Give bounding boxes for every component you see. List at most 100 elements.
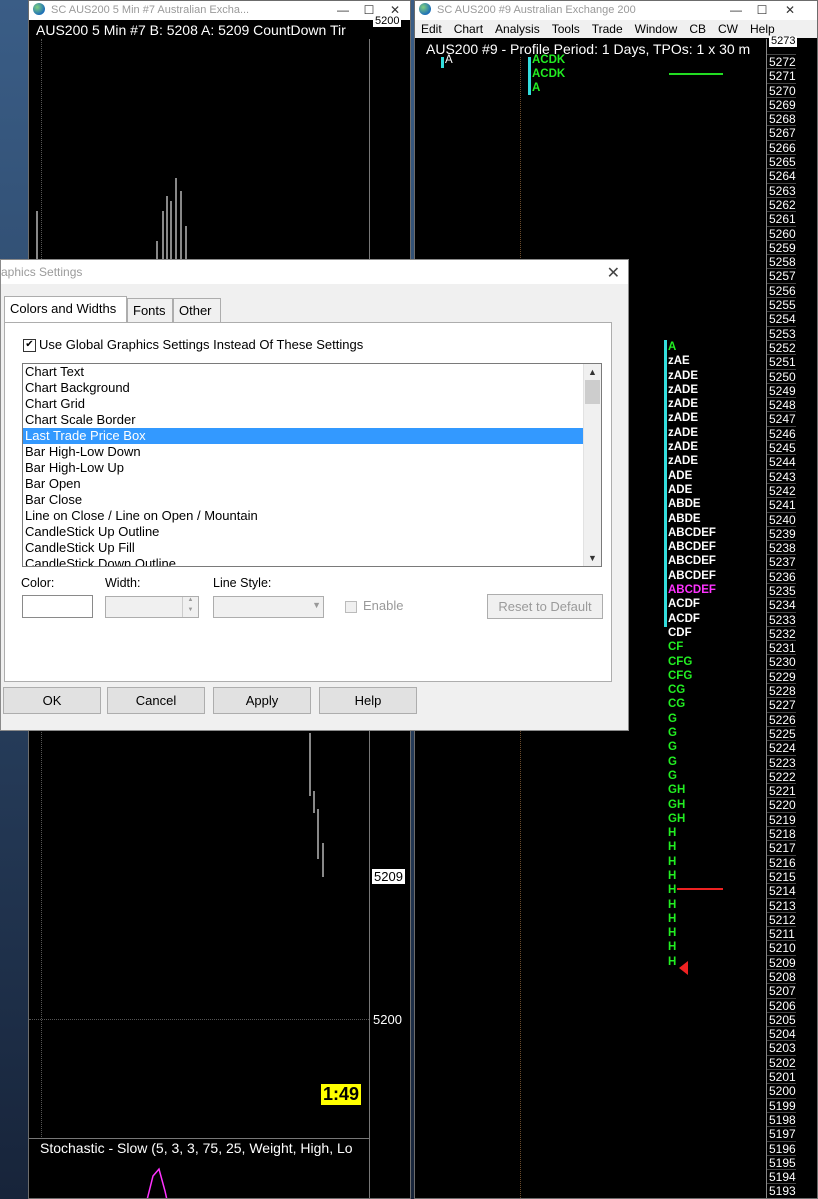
list-item[interactable]: Chart Grid bbox=[23, 396, 601, 412]
menu-item-window[interactable]: Window bbox=[635, 22, 678, 36]
line-style-select[interactable]: ▼ bbox=[213, 596, 324, 618]
list-item[interactable]: Chart Background bbox=[23, 380, 601, 396]
right-window-titlebar[interactable]: SC AUS200 #9 Australian Exchange 200 — ☐… bbox=[415, 1, 817, 20]
scale-label: 5220 bbox=[767, 797, 796, 813]
tab-colors-and-widths[interactable]: Colors and Widths bbox=[4, 296, 127, 323]
list-item[interactable]: Bar Close bbox=[23, 492, 601, 508]
scale-label: 5259 bbox=[767, 239, 796, 255]
tpo-row: A bbox=[668, 341, 677, 353]
scale-label: 5242 bbox=[767, 482, 796, 498]
tab-other[interactable]: Other bbox=[173, 298, 221, 322]
tpo-profile: AzAE zADE zADE zADE zADE zADE zADE zADE ADE ADE AB… bbox=[668, 340, 716, 969]
listbox-scrollbar[interactable]: ▲ ▼ bbox=[583, 364, 601, 566]
scale-label: 5243 bbox=[767, 468, 796, 484]
tpo-row: zADE bbox=[668, 383, 699, 396]
list-item[interactable]: CandleStick Up Outline bbox=[23, 524, 601, 540]
menu-item-cw[interactable]: CW bbox=[718, 22, 738, 36]
scale-label: 5271 bbox=[767, 68, 796, 84]
reset-to-default-button[interactable]: Reset to Default bbox=[487, 594, 603, 619]
tpo-row: ABCDEF bbox=[668, 555, 716, 568]
tpo-row: CFG bbox=[668, 669, 693, 682]
scale-label: 5218 bbox=[767, 826, 796, 842]
tpo-row: GH bbox=[668, 784, 686, 797]
scale-label: 5264 bbox=[767, 168, 796, 184]
scale-label: 5203 bbox=[767, 1040, 796, 1056]
countdown-box: 1:49 bbox=[321, 1084, 362, 1105]
spin-down-icon[interactable]: ▼ bbox=[182, 607, 198, 617]
tpo-row: G bbox=[668, 769, 677, 782]
menu-item-help[interactable]: Help bbox=[750, 22, 775, 36]
tpo-row: ACDF bbox=[668, 612, 700, 625]
tpo-row: H bbox=[668, 827, 677, 840]
tab-fonts[interactable]: Fonts bbox=[127, 298, 173, 322]
scale-label: 5247 bbox=[767, 411, 796, 427]
list-item[interactable]: CandleStick Down Outline bbox=[23, 556, 601, 566]
menu-item-trade[interactable]: Trade bbox=[592, 22, 623, 36]
spin-up-icon[interactable]: ▲ bbox=[182, 597, 198, 607]
dialog-titlebar[interactable]: aphics Settings ✕ bbox=[1, 260, 628, 284]
width-label: Width: bbox=[105, 576, 141, 590]
color-swatch[interactable] bbox=[22, 595, 93, 618]
scale-label: 5209 bbox=[767, 954, 796, 970]
tpo-row: GH bbox=[668, 798, 686, 811]
scale-label: 5214 bbox=[767, 883, 796, 899]
scroll-thumb[interactable] bbox=[585, 380, 600, 404]
list-item[interactable]: CandleStick Up Fill bbox=[23, 540, 601, 556]
width-spinner[interactable]: ▲ ▼ bbox=[105, 596, 199, 618]
tpo-row: ABDE bbox=[668, 512, 701, 525]
menu-item-chart[interactable]: Chart bbox=[454, 22, 483, 36]
list-item[interactable]: Chart Scale Border bbox=[23, 412, 601, 428]
scroll-up-icon[interactable]: ▲ bbox=[584, 364, 601, 380]
scale-label: 5224 bbox=[767, 740, 796, 756]
list-item[interactable]: Bar High-Low Down bbox=[23, 444, 601, 460]
scale-label: 5272 bbox=[767, 54, 796, 69]
tpo-small-letter: A bbox=[445, 54, 453, 66]
scroll-down-icon[interactable]: ▼ bbox=[584, 550, 601, 566]
scale-label: 5241 bbox=[767, 497, 796, 513]
menu-item-edit[interactable]: Edit bbox=[421, 22, 442, 36]
scale-label: 5266 bbox=[767, 139, 796, 155]
scale-label: 5205 bbox=[767, 1011, 796, 1027]
stochastic-line bbox=[146, 1167, 168, 1198]
scale-label: 5206 bbox=[767, 997, 796, 1013]
list-item[interactable]: Last Trade Price Box bbox=[23, 428, 585, 444]
scale-label: 5239 bbox=[767, 525, 796, 541]
menu-item-cb[interactable]: CB bbox=[689, 22, 706, 36]
scale-label: 5265 bbox=[767, 154, 796, 170]
scale-label: 5208 bbox=[767, 969, 796, 984]
close-icon[interactable]: ✕ bbox=[777, 1, 803, 20]
scale-label: 5215 bbox=[767, 868, 796, 884]
enable-checkbox[interactable] bbox=[345, 601, 357, 613]
tpo-row: zADE bbox=[668, 412, 699, 425]
ok-button[interactable]: OK bbox=[3, 687, 101, 714]
list-item[interactable]: Chart Text bbox=[23, 364, 601, 380]
scale-label: 5216 bbox=[767, 854, 796, 870]
scale-label: 5207 bbox=[767, 983, 796, 999]
menu-item-analysis[interactable]: Analysis bbox=[495, 22, 540, 36]
dialog-close-icon[interactable]: ✕ bbox=[607, 262, 620, 286]
minimize-icon[interactable]: — bbox=[723, 1, 749, 20]
tab-label: Colors and Widths bbox=[10, 301, 117, 316]
menu-item-tools[interactable]: Tools bbox=[552, 22, 580, 36]
maximize-icon[interactable]: ☐ bbox=[749, 1, 775, 20]
list-item[interactable]: Bar High-Low Up bbox=[23, 460, 601, 476]
list-item[interactable]: Line on Close / Line on Open / Mountain bbox=[23, 508, 601, 524]
scale-label: 5210 bbox=[767, 940, 796, 956]
list-item[interactable]: Bar Open bbox=[23, 476, 601, 492]
scale-label: 5235 bbox=[767, 582, 796, 598]
apply-button[interactable]: Apply bbox=[213, 687, 311, 714]
last-price-arrow-icon bbox=[679, 961, 688, 975]
scale-label: 5253 bbox=[767, 325, 796, 341]
cancel-button[interactable]: Cancel bbox=[107, 687, 205, 714]
scale-label: 5211 bbox=[767, 926, 796, 942]
tpo-row: ABDE bbox=[668, 498, 701, 511]
scale-label: 5193 bbox=[767, 1183, 796, 1199]
help-button[interactable]: Help bbox=[319, 687, 417, 714]
use-global-checkbox[interactable]: ✔ bbox=[23, 339, 36, 352]
chevron-down-icon[interactable]: ▼ bbox=[312, 600, 321, 610]
scale-label: 5212 bbox=[767, 911, 796, 927]
stochastic-label: Stochastic - Slow (5, 3, 3, 75, 25, Weig… bbox=[40, 1140, 353, 1156]
element-listbox[interactable]: Chart Text Chart Background Chart Grid Char… bbox=[22, 363, 602, 567]
tpo-row: ADE bbox=[668, 483, 693, 496]
tpo-row: H bbox=[668, 941, 677, 954]
